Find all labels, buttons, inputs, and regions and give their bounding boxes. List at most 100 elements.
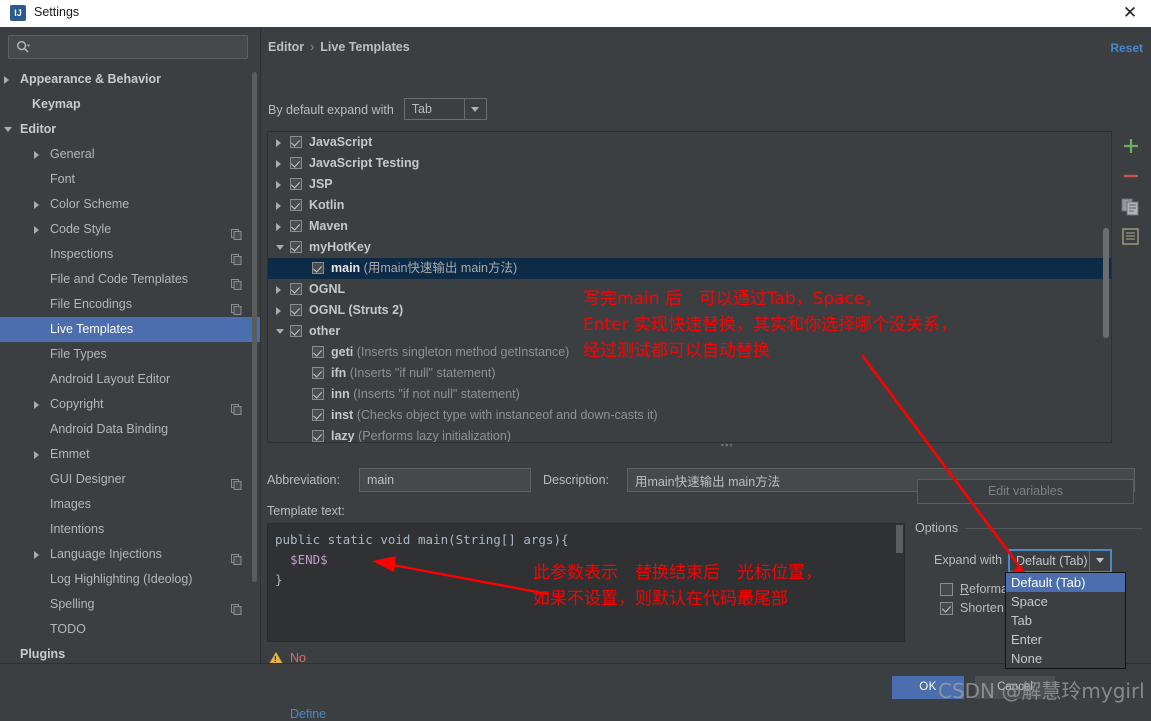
dropdown-option[interactable]: None (1006, 649, 1125, 668)
copy-settings-icon[interactable] (231, 549, 242, 565)
chevron-right-icon[interactable] (276, 286, 281, 294)
templates-tree-panel[interactable]: JavaScript JavaScript Testing JSP Kotlin Mav… (267, 131, 1112, 443)
template-tree-row[interactable]: inninn (Inserts "if not null" statement) (268, 384, 1111, 405)
template-enabled-checkbox[interactable] (312, 367, 324, 379)
dropdown-option[interactable]: Tab (1006, 611, 1125, 630)
template-tree-row[interactable]: myHotKey (268, 237, 1111, 258)
chevron-right-icon[interactable] (34, 226, 39, 234)
dropdown-option[interactable]: Default (Tab) (1006, 573, 1125, 592)
chevron-down-icon[interactable] (276, 329, 284, 334)
template-enabled-checkbox[interactable] (290, 283, 302, 295)
template-tree-row[interactable]: JSP (268, 174, 1111, 195)
copy-settings-icon[interactable] (231, 299, 242, 315)
template-enabled-checkbox[interactable] (290, 325, 302, 337)
template-tree-row[interactable]: instinst (Checks object type with instan… (268, 405, 1111, 426)
template-enabled-checkbox[interactable] (312, 409, 324, 421)
expand-with-dropdown[interactable]: Default (Tab) Space Tab Enter None (1005, 572, 1126, 669)
template-tree-row[interactable]: Kotlin (268, 195, 1111, 216)
copy-settings-icon[interactable] (231, 224, 242, 240)
sidebar-item-spelling[interactable]: Spelling (0, 592, 260, 617)
chevron-right-icon[interactable] (276, 139, 281, 147)
expand-with-combobox[interactable]: Default (Tab) (1008, 549, 1112, 573)
sidebar-item-log-highlighting-ideolog[interactable]: Log Highlighting (Ideolog) (0, 567, 260, 592)
chevron-right-icon[interactable] (276, 202, 281, 210)
chevron-right-icon[interactable] (4, 76, 9, 84)
template-tree-row[interactable]: Maven (268, 216, 1111, 237)
abbreviation-field[interactable] (359, 468, 531, 492)
sidebar-item-language-injections[interactable]: Language Injections (0, 542, 260, 567)
chevron-right-icon[interactable] (34, 451, 39, 459)
sidebar-item-copyright[interactable]: Copyright (0, 392, 260, 417)
sidebar-item-font[interactable]: Font (0, 167, 260, 192)
template-tree-row[interactable]: lazylazy (Performs lazy initialization) (268, 426, 1111, 442)
template-tree-row[interactable]: getigeti (Inserts singleton method getIn… (268, 342, 1111, 363)
chevron-down-icon[interactable] (4, 127, 12, 132)
template-enabled-checkbox[interactable] (312, 346, 324, 358)
template-enabled-checkbox[interactable] (290, 157, 302, 169)
reset-link[interactable]: Reset (1110, 41, 1143, 55)
template-enabled-checkbox[interactable] (290, 220, 302, 232)
sidebar-item-plugins[interactable]: Plugins (0, 642, 260, 663)
sidebar-tree[interactable]: Appearance & Behavior Keymap Editor General… (0, 67, 260, 663)
sidebar-item-file-and-code-templates[interactable]: File and Code Templates (0, 267, 260, 292)
chevron-down-icon[interactable] (1089, 551, 1110, 571)
template-enabled-checkbox[interactable] (290, 241, 302, 253)
sidebar-item-live-templates[interactable]: Live Templates (0, 317, 260, 342)
template-tree-row[interactable]: JavaScript (268, 132, 1111, 153)
sidebar-item-images[interactable]: Images (0, 492, 260, 517)
sidebar-item-appearance-behavior[interactable]: Appearance & Behavior (0, 67, 260, 92)
search-box[interactable] (8, 35, 248, 60)
template-tree-row[interactable]: other (268, 321, 1111, 342)
template-tree-row[interactable]: JavaScript Testing (268, 153, 1111, 174)
template-enabled-checkbox[interactable] (312, 262, 324, 274)
chevron-right-icon[interactable] (276, 160, 281, 168)
template-enabled-checkbox[interactable] (290, 304, 302, 316)
chevron-down-icon[interactable] (463, 99, 486, 119)
close-icon[interactable]: ✕ (1119, 3, 1141, 23)
splitter-grip[interactable]: ▪▪▪ (721, 441, 739, 450)
add-template-button[interactable] (1113, 131, 1150, 161)
sidebar-item-code-style[interactable]: Code Style (0, 217, 260, 242)
edit-variables-button[interactable]: Edit variables (917, 479, 1134, 504)
copy-settings-icon[interactable] (231, 274, 242, 290)
sidebar-item-keymap[interactable]: Keymap (0, 92, 260, 117)
chevron-right-icon[interactable] (276, 307, 281, 315)
sidebar-item-todo[interactable]: TODO (0, 617, 260, 642)
sidebar-scrollbar[interactable] (252, 72, 257, 582)
chevron-right-icon[interactable] (34, 151, 39, 159)
copy-settings-icon[interactable] (231, 599, 242, 615)
edit-template-button[interactable] (1113, 221, 1150, 251)
template-enabled-checkbox[interactable] (290, 136, 302, 148)
shorten-checkbox[interactable] (940, 602, 953, 615)
template-enabled-checkbox[interactable] (290, 178, 302, 190)
sidebar-item-file-encodings[interactable]: File Encodings (0, 292, 260, 317)
chevron-right-icon[interactable] (34, 551, 39, 559)
copy-settings-icon[interactable] (231, 249, 242, 265)
templates-scrollbar[interactable] (1103, 228, 1109, 338)
sidebar-item-color-scheme[interactable]: Color Scheme (0, 192, 260, 217)
search-input[interactable] (35, 36, 245, 60)
copy-settings-icon[interactable] (231, 399, 242, 415)
abbreviation-input[interactable] (360, 469, 530, 491)
dropdown-option[interactable]: Enter (1006, 630, 1125, 649)
breadcrumb-parent[interactable]: Editor (268, 40, 304, 54)
template-tree-row[interactable]: ifnifn (Inserts "if null" statement) (268, 363, 1111, 384)
duplicate-template-button[interactable] (1113, 191, 1150, 221)
chevron-right-icon[interactable] (276, 181, 281, 189)
template-enabled-checkbox[interactable] (312, 430, 324, 442)
template-tree-row[interactable]: OGNL (Struts 2) (268, 300, 1111, 321)
copy-settings-icon[interactable] (231, 474, 242, 490)
chevron-right-icon[interactable] (34, 401, 39, 409)
sidebar-item-editor[interactable]: Editor (0, 117, 260, 142)
define-link[interactable]: Define (290, 707, 326, 721)
default-expand-combobox[interactable]: Tab (403, 98, 487, 120)
template-tree-row[interactable]: OGNL (268, 279, 1111, 300)
remove-template-button[interactable] (1113, 161, 1150, 191)
sidebar-item-gui-designer[interactable]: GUI Designer (0, 467, 260, 492)
chevron-right-icon[interactable] (276, 223, 281, 231)
reformat-checkbox[interactable] (940, 583, 953, 596)
template-text-editor[interactable]: public static void main(String[] args){ … (267, 523, 905, 642)
sidebar-item-inspections[interactable]: Inspections (0, 242, 260, 267)
template-enabled-checkbox[interactable] (290, 199, 302, 211)
sidebar-item-intentions[interactable]: Intentions (0, 517, 260, 542)
